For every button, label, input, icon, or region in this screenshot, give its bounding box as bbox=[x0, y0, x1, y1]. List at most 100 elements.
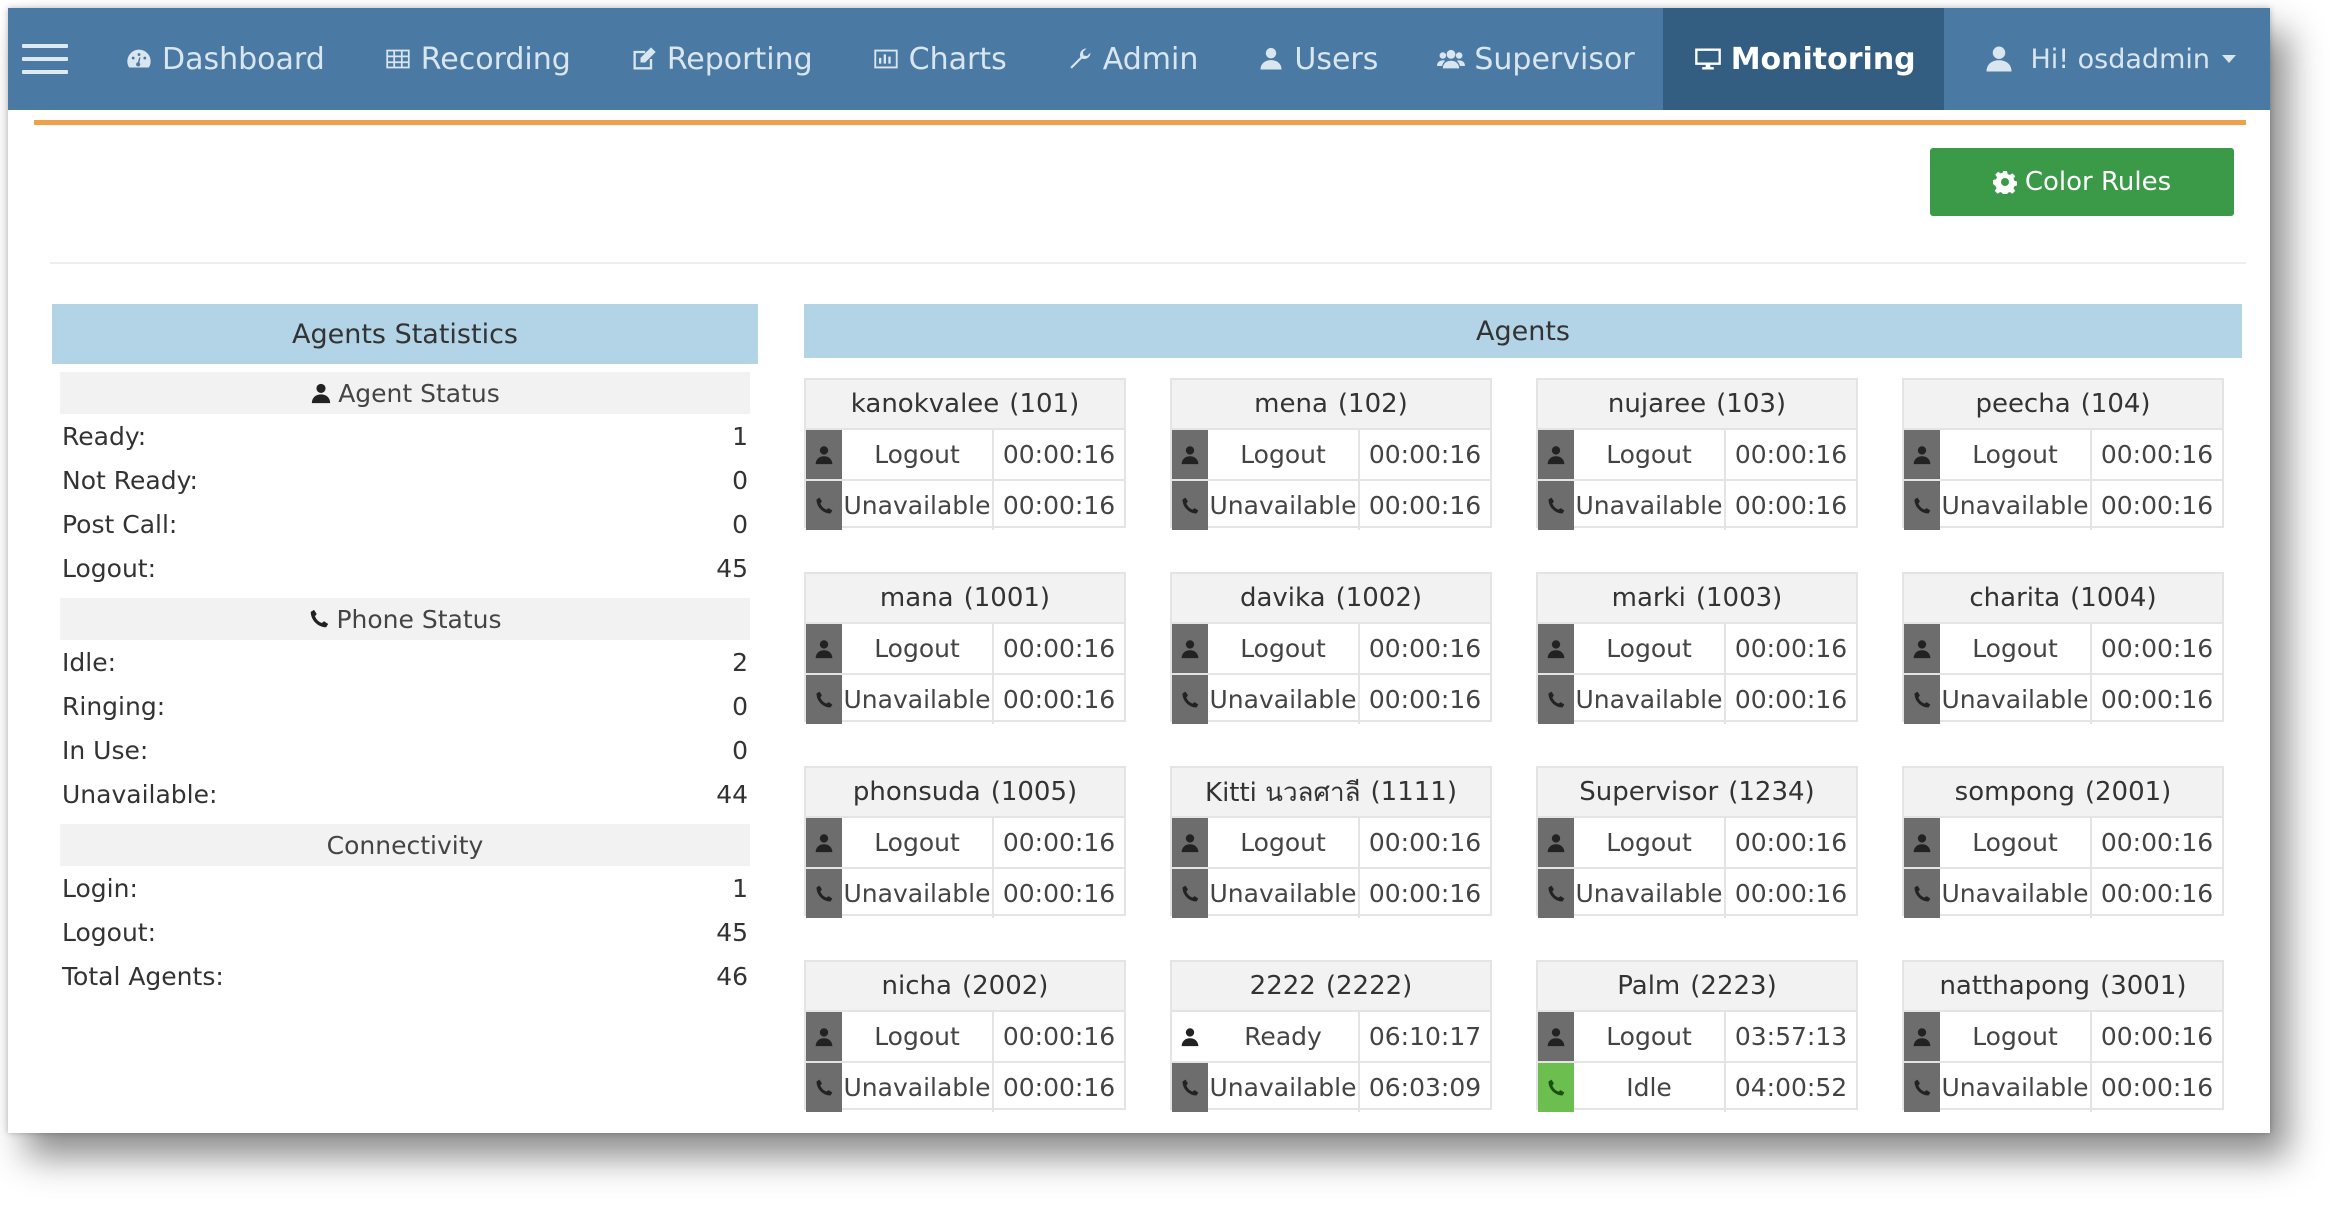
wrench-icon bbox=[1063, 44, 1097, 74]
agent-card[interactable]: nujaree (103) Logout 00:00:16 Unavailable 00:… bbox=[1536, 378, 1858, 530]
phone-status-time: 00:00:16 bbox=[1734, 685, 1848, 714]
agent-status-row: Logout 00:00:16 bbox=[1904, 430, 2222, 481]
nav-supervisor[interactable]: Supervisor bbox=[1406, 8, 1662, 110]
stat-value: 1 bbox=[732, 873, 748, 903]
phone-status-row: Unavailable 00:00:16 bbox=[1904, 1063, 2222, 1112]
agent-status: Logout bbox=[1574, 1012, 1726, 1061]
agent-status-row: Logout 00:00:16 bbox=[1904, 624, 2222, 675]
nav-admin-label: Admin bbox=[1102, 41, 1199, 77]
agent-status-time: 00:00:16 bbox=[1734, 828, 1848, 857]
user-icon bbox=[1172, 624, 1208, 673]
agent-card[interactable]: natthapong (3001) Logout 00:00:16 Unavailabl… bbox=[1902, 960, 2224, 1112]
agents-statistics-panel: Agents Statistics Agent Status Ready: 1 N… bbox=[52, 304, 758, 998]
agent-status-time: 00:00:16 bbox=[1734, 440, 1848, 469]
agent-status: Logout bbox=[1208, 430, 1360, 479]
agent-card[interactable]: 2222 (2222) Ready 06:10:17 Unavailable 06:03:… bbox=[1170, 960, 1492, 1112]
nav-users[interactable]: Users bbox=[1226, 8, 1406, 110]
agent-name: natthapong bbox=[1939, 971, 2091, 1001]
agent-card[interactable]: mana (1001) Logout 00:00:16 Unavailable 00:00… bbox=[804, 572, 1126, 724]
agent-status: Logout bbox=[1574, 430, 1726, 479]
agent-name: Kitti นวลศาลี bbox=[1205, 777, 1361, 808]
agent-status-row: Logout 00:00:16 bbox=[1172, 430, 1490, 481]
agent-card[interactable]: nicha (2002) Logout 00:00:16 Unavailable 00:0… bbox=[804, 960, 1126, 1112]
agent-name: peecha bbox=[1975, 389, 2071, 419]
phone-status-time: 00:00:16 bbox=[2100, 685, 2214, 714]
color-rules-label: Color Rules bbox=[2024, 167, 2172, 197]
agent-status: Logout bbox=[1940, 624, 2092, 673]
nav-dashboard[interactable]: Dashboard bbox=[94, 8, 353, 110]
user-icon bbox=[1254, 44, 1288, 74]
agent-name: davika bbox=[1239, 583, 1326, 613]
agent-status-row: Logout 00:00:16 bbox=[1538, 624, 1856, 675]
nav-monitoring[interactable]: Monitoring bbox=[1662, 8, 1944, 110]
agent-card[interactable]: marki (1003) Logout 00:00:16 Unavailable 00:0… bbox=[1536, 572, 1858, 724]
agent-extension: (2002) bbox=[961, 971, 1049, 1001]
nav-reporting-label: Reporting bbox=[666, 41, 813, 77]
agent-extension: (3001) bbox=[2100, 971, 2187, 1001]
agent-card[interactable]: davika (1002) Logout 00:00:16 Unavailable 00:… bbox=[1170, 572, 1492, 724]
agent-card[interactable]: kanokvalee (101) Logout 00:00:16 Unavailable… bbox=[804, 378, 1126, 530]
nav-admin[interactable]: Admin bbox=[1035, 8, 1227, 110]
agent-name: sompong bbox=[1954, 777, 2075, 807]
phone-icon bbox=[806, 675, 842, 724]
agent-card-title: 2222 (2222) bbox=[1172, 962, 1490, 1012]
nav-monitoring-label: Monitoring bbox=[1730, 41, 1916, 77]
phone-status-row: Unavailable 00:00:16 bbox=[1172, 481, 1490, 530]
agent-status-time: 00:00:16 bbox=[1734, 634, 1848, 663]
agent-card-title: marki (1003) bbox=[1538, 574, 1856, 624]
nav-supervisor-label: Supervisor bbox=[1474, 41, 1635, 77]
phone-status-row: Unavailable 06:03:09 bbox=[1172, 1063, 1490, 1112]
agent-card-title: nicha (2002) bbox=[806, 962, 1124, 1012]
nav-reporting[interactable]: Reporting bbox=[599, 8, 841, 110]
agent-card[interactable]: peecha (104) Logout 00:00:16 Unavailable 00:0… bbox=[1902, 378, 2224, 530]
stat-value: 45 bbox=[716, 553, 748, 583]
agent-status-header: Agent Status bbox=[60, 372, 750, 414]
phone-icon bbox=[311, 609, 329, 628]
user-icon bbox=[1172, 818, 1208, 867]
user-icon bbox=[312, 383, 331, 404]
phone-status-row: Unavailable 00:00:16 bbox=[1904, 675, 2222, 724]
agent-card[interactable]: sompong (2001) Logout 00:00:16 Unavailable 00… bbox=[1902, 766, 2224, 918]
stat-label: Post Call: bbox=[62, 509, 178, 539]
color-rules-button[interactable]: Color Rules bbox=[1930, 148, 2234, 216]
stat-row: Logout: 45 bbox=[52, 546, 758, 590]
agent-card[interactable]: Palm (2223) Logout 03:57:13 Idle 04:00:52 bbox=[1536, 960, 1858, 1112]
hamburger-menu-icon[interactable] bbox=[22, 44, 68, 74]
users-icon bbox=[1434, 44, 1468, 74]
user-icon bbox=[1904, 624, 1940, 673]
stat-label: Idle: bbox=[62, 647, 116, 677]
phone-icon bbox=[806, 481, 842, 530]
phone-status: Unavailable bbox=[1574, 481, 1726, 530]
agent-card-title: phonsuda (1005) bbox=[806, 768, 1124, 818]
dashboard-icon bbox=[122, 44, 156, 74]
user-menu[interactable]: Hi! osdadmin bbox=[1984, 44, 2236, 75]
agent-extension: (102) bbox=[1337, 389, 1408, 419]
nav-charts[interactable]: Charts bbox=[841, 8, 1035, 110]
stat-value: 0 bbox=[732, 691, 748, 721]
agent-status-title: Agent Status bbox=[338, 378, 500, 408]
phone-status-row: Unavailable 00:00:16 bbox=[1538, 481, 1856, 530]
user-icon bbox=[806, 430, 842, 479]
nav-recording[interactable]: Recording bbox=[353, 8, 599, 110]
agent-card[interactable]: phonsuda (1005) Logout 00:00:16 Unavailable 0… bbox=[804, 766, 1126, 918]
phone-status: Unavailable bbox=[1208, 675, 1360, 724]
phone-icon bbox=[806, 869, 842, 918]
agent-card[interactable]: Kitti นวลศาลี (1111) Logout 00:00:16 Unavail… bbox=[1170, 766, 1492, 918]
section-divider bbox=[50, 262, 2246, 264]
agent-card[interactable]: Supervisor (1234) Logout 00:00:16 Unavailabl… bbox=[1536, 766, 1858, 918]
stat-value: 46 bbox=[716, 961, 748, 991]
stat-label: In Use: bbox=[62, 735, 149, 765]
agent-name: mana bbox=[879, 583, 954, 613]
agent-status-time: 00:00:16 bbox=[1002, 1022, 1116, 1051]
agent-status: Logout bbox=[1208, 624, 1360, 673]
stat-label: Not Ready: bbox=[62, 465, 198, 495]
phone-status-time: 00:00:16 bbox=[1734, 491, 1848, 520]
chart-icon bbox=[869, 44, 903, 74]
agent-card[interactable]: mena (102) Logout 00:00:16 Unavailable 00:00:… bbox=[1170, 378, 1492, 530]
agent-card-title: charita (1004) bbox=[1904, 574, 2222, 624]
phone-status-row: Unavailable 00:00:16 bbox=[1538, 869, 1856, 918]
stat-value: 0 bbox=[732, 509, 748, 539]
agent-status-row: Logout 00:00:16 bbox=[806, 624, 1124, 675]
phone-status: Unavailable bbox=[1208, 481, 1360, 530]
agent-card[interactable]: charita (1004) Logout 00:00:16 Unavailable 00… bbox=[1902, 572, 2224, 724]
